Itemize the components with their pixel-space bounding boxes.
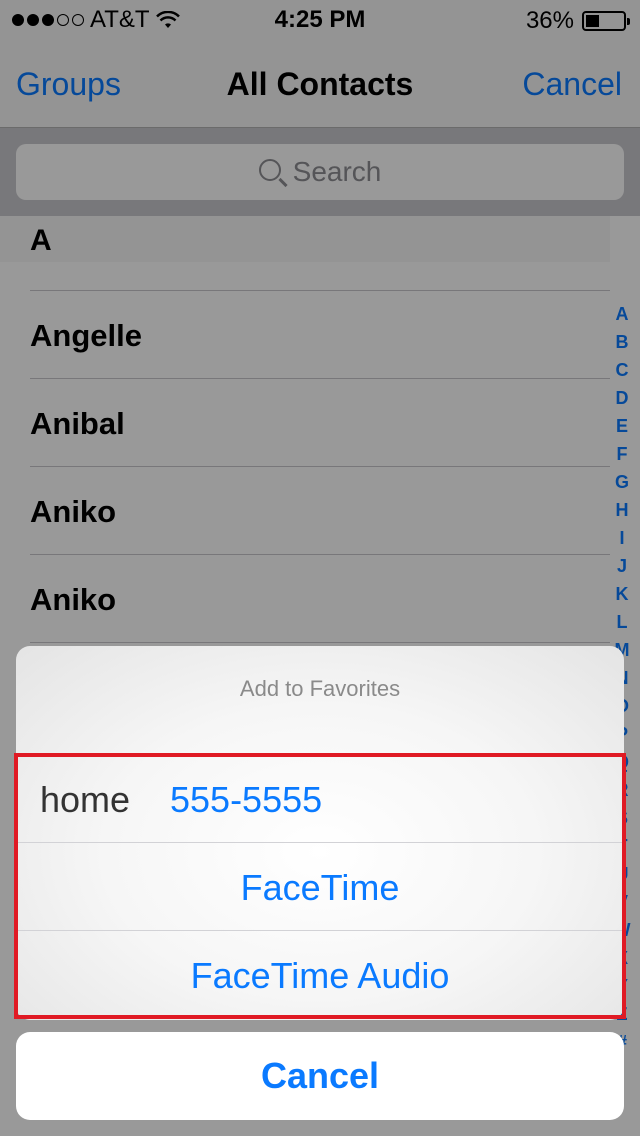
phone-number: 555-5555 — [170, 779, 323, 820]
facetime-option[interactable]: FaceTime — [16, 842, 624, 930]
facetime-label: FaceTime — [240, 867, 400, 908]
action-sheet-title: Add to Favorites — [239, 676, 401, 701]
call-home-option[interactable]: home 555-5555 — [16, 754, 624, 842]
action-sheet: Add to Favorites home 555-5555 FaceTime … — [16, 646, 624, 1020]
facetime-audio-label: FaceTime Audio — [190, 955, 450, 996]
phone-type-label: home — [40, 779, 131, 820]
facetime-audio-option[interactable]: FaceTime Audio — [16, 930, 624, 1018]
cancel-button[interactable]: Cancel — [16, 1032, 624, 1120]
